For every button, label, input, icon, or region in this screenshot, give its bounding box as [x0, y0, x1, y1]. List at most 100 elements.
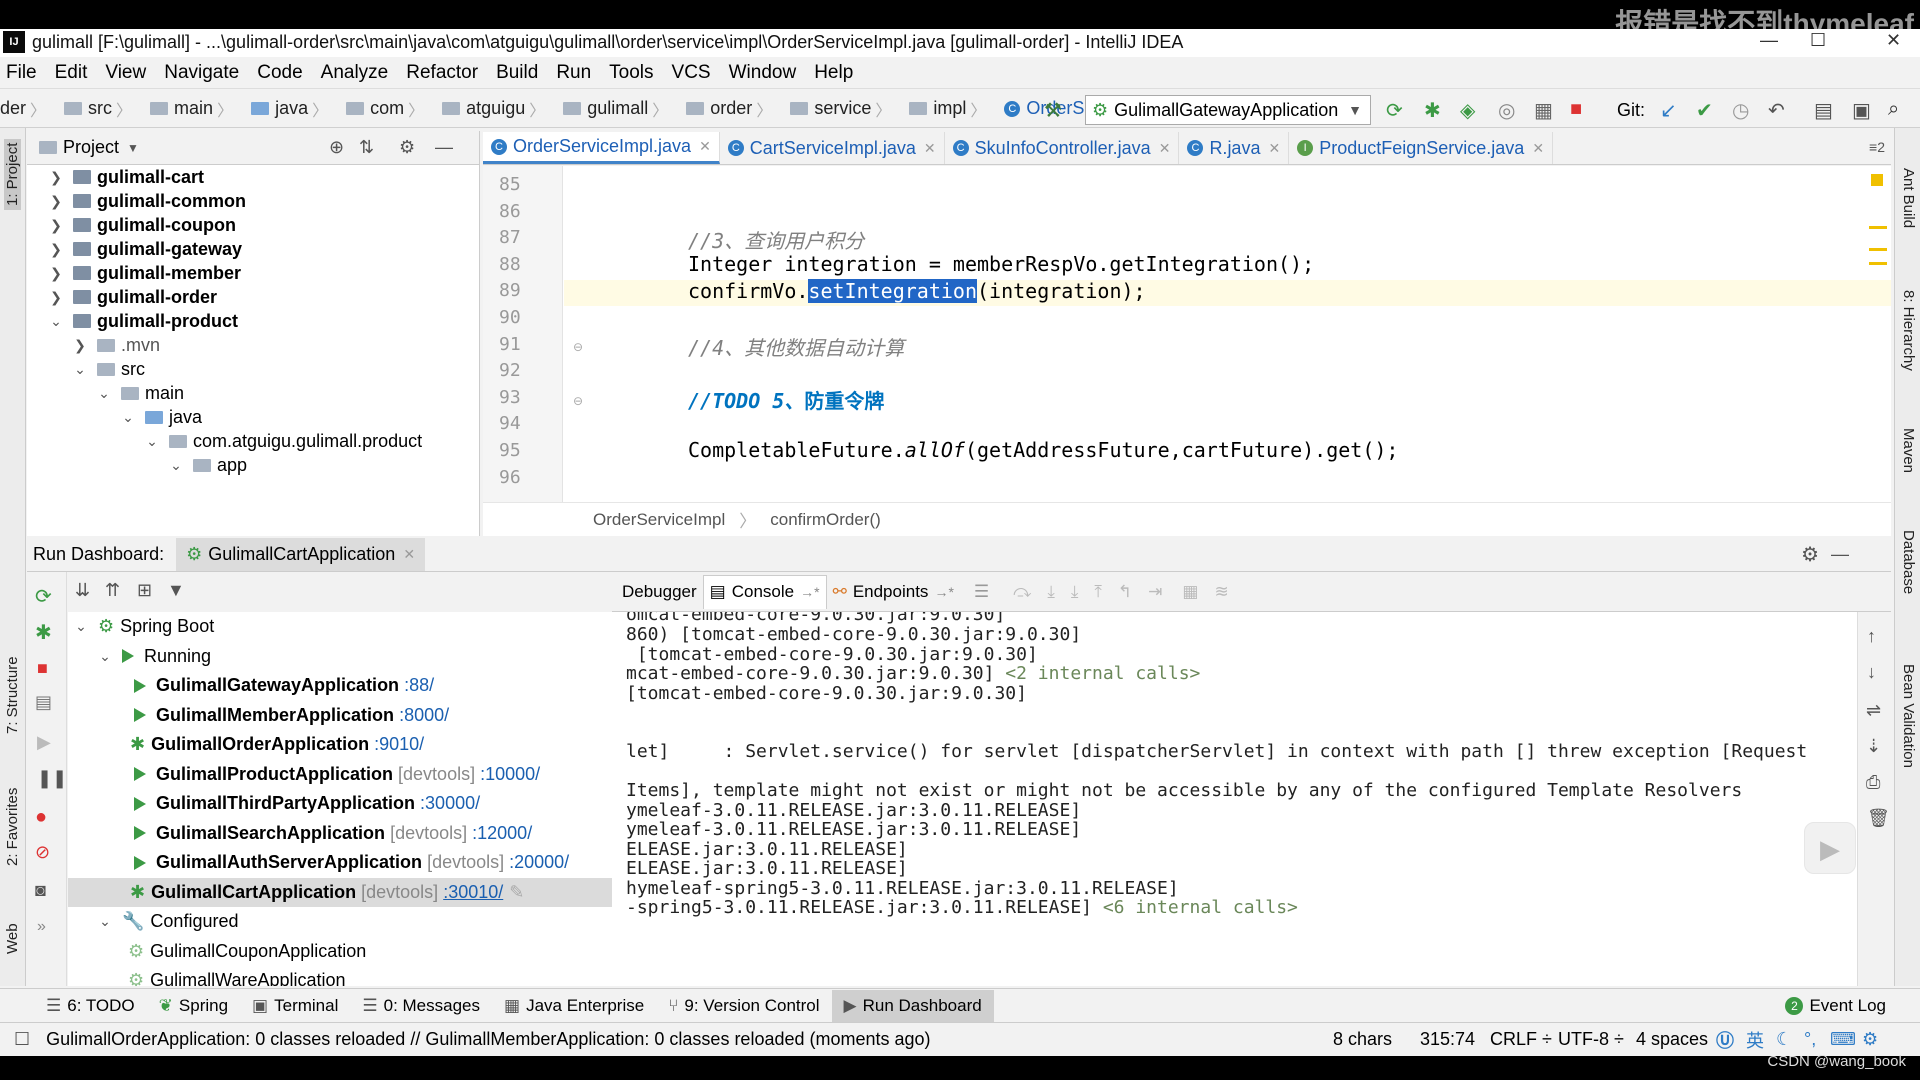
ime-punct-icon[interactable]: °,: [1804, 1029, 1816, 1050]
status-message[interactable]: GulimallOrderApplication: 0 classes relo…: [46, 1029, 930, 1050]
group-icon[interactable]: ⊞: [137, 580, 152, 601]
event-log-tool-button[interactable]: 2 Event Log: [1773, 990, 1898, 1022]
close-icon[interactable]: ✕: [1532, 140, 1544, 157]
code-editor[interactable]: 85 86 87 88 89 90 91 92 93 94 95 96 ⊖ ⊖ …: [483, 166, 1891, 502]
project-tool-button[interactable]: 1: Project: [4, 138, 21, 210]
nav-crumb-main[interactable]: main 〉: [140, 97, 241, 121]
java-enterprise-tool-button[interactable]: ▦ Java Enterprise: [492, 990, 656, 1022]
service-port-link[interactable]: :12000/: [472, 823, 532, 844]
close-icon[interactable]: ✕: [1159, 140, 1171, 157]
chevron-down-icon[interactable]: ⌄: [169, 457, 183, 474]
filter-icon[interactable]: ▼: [167, 580, 185, 601]
tree-item-app[interactable]: ⌄ app: [27, 453, 479, 477]
menu-help[interactable]: Help: [814, 62, 853, 84]
version-control-tool-button[interactable]: ⑂ 9: Version Control: [656, 990, 831, 1022]
breadcrumb-class[interactable]: OrderServiceImpl: [593, 510, 725, 530]
tab-endpoints[interactable]: ⚯ Endpoints →*: [827, 575, 960, 609]
close-icon[interactable]: ✕: [699, 138, 711, 155]
menu-view[interactable]: View: [105, 62, 146, 84]
nav-crumb-impl[interactable]: impl 〉: [899, 97, 994, 121]
menu-code[interactable]: Code: [257, 62, 302, 84]
breadcrumb-method[interactable]: confirmOrder(): [770, 510, 881, 530]
configured-row[interactable]: ⚙ GulimallCouponApplication: [68, 937, 612, 967]
structure-tool-button[interactable]: 7: Structure: [4, 656, 21, 734]
edit-icon[interactable]: ✎: [509, 882, 524, 903]
trash-icon[interactable]: 🗑: [1867, 808, 1890, 829]
close-icon[interactable]: ✕: [924, 140, 936, 157]
nav-crumb-order[interactable]: order 〉: [676, 97, 780, 121]
menu-tools[interactable]: Tools: [609, 62, 653, 84]
scroll-to-end-icon[interactable]: ⇣: [1866, 736, 1881, 757]
close-icon[interactable]: ✕: [1268, 140, 1280, 157]
gear-icon[interactable]: ⚙: [399, 137, 415, 158]
menu-build[interactable]: Build: [496, 62, 538, 84]
tree-item-main[interactable]: ⌄ main: [27, 381, 479, 405]
breakpoints-icon[interactable]: ●: [35, 806, 47, 829]
chevron-down-icon[interactable]: ⌄: [98, 648, 112, 665]
more-icon[interactable]: »: [37, 918, 46, 936]
fold-marker-icon[interactable]: ⊖: [573, 394, 583, 408]
print-icon[interactable]: ⎙: [1866, 772, 1880, 793]
menu-navigate[interactable]: Navigate: [164, 62, 239, 84]
drop-frame-icon[interactable]: ↰: [1118, 582, 1132, 602]
database-tool-button[interactable]: Database: [1900, 530, 1917, 594]
show-execution-point-icon[interactable]: ⤼: [1013, 582, 1031, 602]
chevron-right-icon[interactable]: ❯: [73, 337, 87, 354]
hierarchy-tool-button[interactable]: 8: Hierarchy: [1900, 290, 1917, 371]
favorites-tool-button[interactable]: 2: Favorites: [4, 788, 21, 866]
tree-item-package[interactable]: ⌄ com.atguigu.gulimall.product: [27, 429, 479, 453]
expand-all-icon[interactable]: ⇊: [75, 580, 90, 601]
evaluate-icon[interactable]: ▦: [1182, 582, 1198, 602]
todo-tool-button[interactable]: ☰ 6: TODO: [34, 990, 147, 1022]
service-row[interactable]: ✱ GulimallOrderApplication :9010/: [68, 730, 612, 760]
chevron-right-icon[interactable]: ❯: [49, 193, 63, 210]
tree-item-gulimall-coupon[interactable]: ❯ gulimall-coupon: [27, 213, 479, 237]
line-separator[interactable]: CRLF ÷: [1490, 1029, 1552, 1050]
tree-item-gulimall-order[interactable]: ❯ gulimall-order: [27, 285, 479, 309]
stop-icon[interactable]: ■: [1570, 98, 1582, 121]
tree-spring-boot[interactable]: ⌄ ⚙ Spring Boot: [68, 612, 612, 642]
locate-icon[interactable]: ⊕: [329, 137, 344, 158]
file-encoding[interactable]: UTF-8 ÷: [1558, 1029, 1624, 1050]
internal-calls-link[interactable]: <6 internal calls>: [1103, 897, 1298, 918]
terminal-tool-button[interactable]: ▣ Terminal: [240, 990, 350, 1022]
service-port-link[interactable]: :30010/: [443, 882, 503, 903]
profiler-icon[interactable]: ◎: [1498, 98, 1515, 123]
soft-wrap-icon[interactable]: ⇌: [1866, 700, 1881, 721]
chevron-down-icon[interactable]: ▼: [127, 141, 139, 155]
minimize-button[interactable]: —: [1760, 30, 1778, 51]
menu-file[interactable]: File: [6, 62, 37, 84]
trace-icon[interactable]: ≋: [1214, 582, 1228, 602]
menu-refactor[interactable]: Refactor: [406, 62, 478, 84]
bean-validation-tool-button[interactable]: Bean Validation: [1900, 664, 1917, 768]
tab-product-feign-service[interactable]: I ProductFeignService.java ✕: [1289, 132, 1554, 164]
tab-debugger[interactable]: Debugger: [616, 575, 703, 609]
run-dashboard-tab[interactable]: ⚙ GulimallCartApplication ✕: [176, 537, 426, 571]
close-button[interactable]: ✕: [1886, 30, 1901, 51]
tab-console[interactable]: ▤ Console →*: [702, 574, 827, 609]
menu-run[interactable]: Run: [556, 62, 591, 84]
attach-icon[interactable]: ▦: [1534, 98, 1553, 123]
rerun-icon[interactable]: ⟳: [1386, 98, 1403, 123]
nav-crumb-root[interactable]: der 〉: [0, 97, 54, 121]
configured-row[interactable]: ⚙ GulimallWareApplication: [68, 966, 612, 986]
tab-overflow-button[interactable]: ≡2: [1869, 139, 1885, 155]
service-port-link[interactable]: :8000/: [399, 705, 449, 726]
camera-icon[interactable]: ◙: [35, 880, 46, 901]
tree-item-gulimall-member[interactable]: ❯ gulimall-member: [27, 261, 479, 285]
rerun-icon[interactable]: ⟳: [35, 584, 52, 609]
ime-keyboard-icon[interactable]: ⌨: [1830, 1029, 1856, 1050]
hide-panel-icon[interactable]: —: [435, 137, 453, 158]
coverage-icon[interactable]: ◈: [1460, 98, 1475, 123]
tree-configured[interactable]: ⌄ 🔧 Configured: [68, 907, 612, 937]
chevron-down-icon[interactable]: ⌄: [145, 433, 159, 450]
chevron-down-icon[interactable]: ⌄: [74, 618, 88, 635]
tree-item-gulimall-cart[interactable]: ❯ gulimall-cart: [27, 165, 479, 189]
step-over-icon[interactable]: ⤓: [1047, 582, 1055, 602]
spring-tool-button[interactable]: ❦ Spring: [147, 990, 240, 1022]
scroll-down-icon[interactable]: ↓: [1867, 662, 1876, 683]
tree-item-src[interactable]: ⌄ src: [27, 357, 479, 381]
git-commit-icon[interactable]: ✔: [1696, 98, 1713, 123]
console-output[interactable]: omcat-embed-core-9.0.30.jar:9.0.30] 860)…: [612, 612, 1857, 986]
maven-tool-button[interactable]: Maven: [1900, 428, 1917, 473]
